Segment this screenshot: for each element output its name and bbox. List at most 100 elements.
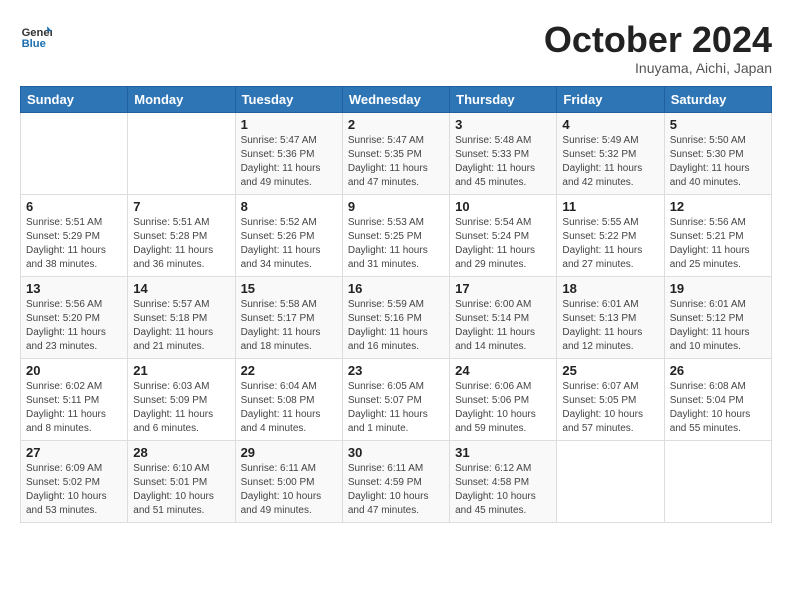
day-number: 20 — [26, 363, 122, 378]
day-number: 30 — [348, 445, 444, 460]
calendar-cell — [21, 112, 128, 194]
day-number: 7 — [133, 199, 229, 214]
day-info: Sunrise: 5:58 AMSunset: 5:17 PMDaylight:… — [241, 298, 337, 354]
calendar-cell: 10 Sunrise: 5:54 AMSunset: 5:24 PMDayligh… — [450, 194, 557, 276]
day-info: Sunrise: 5:51 AMSunset: 5:28 PMDaylight:… — [133, 216, 229, 272]
weekday-header: Friday — [557, 86, 664, 112]
page-header: General Blue October 2024 Inuyama, Aichi… — [20, 20, 772, 76]
calendar-cell: 7 Sunrise: 5:51 AMSunset: 5:28 PMDaylight… — [128, 194, 235, 276]
calendar-cell: 16Sunrise: 5:59 AMSunset: 5:16 PMDayligh… — [342, 276, 449, 358]
day-info: Sunrise: 5:56 AMSunset: 5:20 PMDaylight:… — [26, 298, 122, 354]
day-info: Sunrise: 6:05 AMSunset: 5:07 PMDaylight:… — [348, 380, 444, 436]
day-number: 29 — [241, 445, 337, 460]
day-number: 27 — [26, 445, 122, 460]
day-number: 10 — [455, 199, 551, 214]
day-info: Sunrise: 6:11 AMSunset: 4:59 PMDaylight:… — [348, 462, 444, 518]
title-block: October 2024 Inuyama, Aichi, Japan — [544, 20, 772, 76]
calendar-cell — [128, 112, 235, 194]
calendar-cell: 2 Sunrise: 5:47 AMSunset: 5:35 PMDaylight… — [342, 112, 449, 194]
day-number: 24 — [455, 363, 551, 378]
day-info: Sunrise: 6:07 AMSunset: 5:05 PMDaylight:… — [562, 380, 658, 436]
weekday-header: Wednesday — [342, 86, 449, 112]
calendar-week-row: 27 Sunrise: 6:09 AMSunset: 5:02 PMDayligh… — [21, 440, 772, 522]
day-number: 5 — [670, 117, 766, 132]
calendar-cell: 23 Sunrise: 6:05 AMSunset: 5:07 PMDayligh… — [342, 358, 449, 440]
weekday-header: Monday — [128, 86, 235, 112]
calendar-cell: 21 Sunrise: 6:03 AMSunset: 5:09 PMDayligh… — [128, 358, 235, 440]
day-number: 3 — [455, 117, 551, 132]
day-info: Sunrise: 5:53 AMSunset: 5:25 PMDaylight:… — [348, 216, 444, 272]
calendar-cell: 11Sunrise: 5:55 AMSunset: 5:22 PMDayligh… — [557, 194, 664, 276]
calendar-cell — [557, 440, 664, 522]
day-number: 18 — [562, 281, 658, 296]
day-number: 15 — [241, 281, 337, 296]
location-subtitle: Inuyama, Aichi, Japan — [544, 60, 772, 76]
calendar-cell: 29 Sunrise: 6:11 AMSunset: 5:00 PMDayligh… — [235, 440, 342, 522]
calendar-cell: 15 Sunrise: 5:58 AMSunset: 5:17 PMDayligh… — [235, 276, 342, 358]
calendar-cell: 31 Sunrise: 6:12 AMSunset: 4:58 PMDayligh… — [450, 440, 557, 522]
calendar-cell: 4 Sunrise: 5:49 AMSunset: 5:32 PMDaylight… — [557, 112, 664, 194]
calendar-cell: 5 Sunrise: 5:50 AMSunset: 5:30 PMDaylight… — [664, 112, 771, 194]
weekday-header: Saturday — [664, 86, 771, 112]
logo-icon: General Blue — [20, 20, 52, 52]
day-number: 19 — [670, 281, 766, 296]
day-info: Sunrise: 5:56 AMSunset: 5:21 PMDaylight:… — [670, 216, 766, 272]
calendar-cell: 1 Sunrise: 5:47 AMSunset: 5:36 PMDaylight… — [235, 112, 342, 194]
day-info: Sunrise: 6:10 AMSunset: 5:01 PMDaylight:… — [133, 462, 229, 518]
day-info: Sunrise: 6:01 AMSunset: 5:12 PMDaylight:… — [670, 298, 766, 354]
weekday-header-row: SundayMondayTuesdayWednesdayThursdayFrid… — [21, 86, 772, 112]
calendar-week-row: 6 Sunrise: 5:51 AMSunset: 5:29 PMDaylight… — [21, 194, 772, 276]
day-info: Sunrise: 5:47 AMSunset: 5:36 PMDaylight:… — [241, 134, 337, 190]
day-number: 23 — [348, 363, 444, 378]
day-number: 21 — [133, 363, 229, 378]
day-number: 17 — [455, 281, 551, 296]
calendar-cell: 24 Sunrise: 6:06 AMSunset: 5:06 PMDayligh… — [450, 358, 557, 440]
calendar-cell: 8Sunrise: 5:52 AMSunset: 5:26 PMDaylight… — [235, 194, 342, 276]
day-number: 12 — [670, 199, 766, 214]
day-number: 31 — [455, 445, 551, 460]
day-info: Sunrise: 6:02 AMSunset: 5:11 PMDaylight:… — [26, 380, 122, 436]
calendar-cell: 20 Sunrise: 6:02 AMSunset: 5:11 PMDayligh… — [21, 358, 128, 440]
calendar-week-row: 13Sunrise: 5:56 AMSunset: 5:20 PMDayligh… — [21, 276, 772, 358]
day-info: Sunrise: 6:03 AMSunset: 5:09 PMDaylight:… — [133, 380, 229, 436]
day-info: Sunrise: 5:52 AMSunset: 5:26 PMDaylight:… — [241, 216, 337, 272]
weekday-header: Thursday — [450, 86, 557, 112]
calendar-cell: 6 Sunrise: 5:51 AMSunset: 5:29 PMDaylight… — [21, 194, 128, 276]
day-number: 14 — [133, 281, 229, 296]
calendar-cell: 19 Sunrise: 6:01 AMSunset: 5:12 PMDayligh… — [664, 276, 771, 358]
day-info: Sunrise: 6:06 AMSunset: 5:06 PMDaylight:… — [455, 380, 551, 436]
day-number: 25 — [562, 363, 658, 378]
day-number: 1 — [241, 117, 337, 132]
day-info: Sunrise: 6:12 AMSunset: 4:58 PMDaylight:… — [455, 462, 551, 518]
day-number: 16 — [348, 281, 444, 296]
logo: General Blue — [20, 20, 52, 52]
day-info: Sunrise: 6:00 AMSunset: 5:14 PMDaylight:… — [455, 298, 551, 354]
calendar-cell: 13Sunrise: 5:56 AMSunset: 5:20 PMDayligh… — [21, 276, 128, 358]
day-number: 2 — [348, 117, 444, 132]
day-number: 9 — [348, 199, 444, 214]
day-info: Sunrise: 5:47 AMSunset: 5:35 PMDaylight:… — [348, 134, 444, 190]
calendar-cell: 30 Sunrise: 6:11 AMSunset: 4:59 PMDayligh… — [342, 440, 449, 522]
calendar-cell: 22Sunrise: 6:04 AMSunset: 5:08 PMDayligh… — [235, 358, 342, 440]
day-info: Sunrise: 6:08 AMSunset: 5:04 PMDaylight:… — [670, 380, 766, 436]
day-info: Sunrise: 5:57 AMSunset: 5:18 PMDaylight:… — [133, 298, 229, 354]
calendar-cell: 28 Sunrise: 6:10 AMSunset: 5:01 PMDayligh… — [128, 440, 235, 522]
day-info: Sunrise: 5:49 AMSunset: 5:32 PMDaylight:… — [562, 134, 658, 190]
weekday-header: Tuesday — [235, 86, 342, 112]
day-number: 11 — [562, 199, 658, 214]
calendar-cell: 25 Sunrise: 6:07 AMSunset: 5:05 PMDayligh… — [557, 358, 664, 440]
day-info: Sunrise: 5:54 AMSunset: 5:24 PMDaylight:… — [455, 216, 551, 272]
day-number: 28 — [133, 445, 229, 460]
day-info: Sunrise: 5:50 AMSunset: 5:30 PMDaylight:… — [670, 134, 766, 190]
calendar-cell — [664, 440, 771, 522]
day-info: Sunrise: 6:11 AMSunset: 5:00 PMDaylight:… — [241, 462, 337, 518]
calendar-cell: 17 Sunrise: 6:00 AMSunset: 5:14 PMDayligh… — [450, 276, 557, 358]
month-year-title: October 2024 — [544, 20, 772, 60]
day-number: 22 — [241, 363, 337, 378]
day-info: Sunrise: 6:09 AMSunset: 5:02 PMDaylight:… — [26, 462, 122, 518]
calendar-week-row: 1 Sunrise: 5:47 AMSunset: 5:36 PMDaylight… — [21, 112, 772, 194]
calendar-cell: 14 Sunrise: 5:57 AMSunset: 5:18 PMDayligh… — [128, 276, 235, 358]
day-number: 6 — [26, 199, 122, 214]
day-number: 4 — [562, 117, 658, 132]
day-info: Sunrise: 5:51 AMSunset: 5:29 PMDaylight:… — [26, 216, 122, 272]
